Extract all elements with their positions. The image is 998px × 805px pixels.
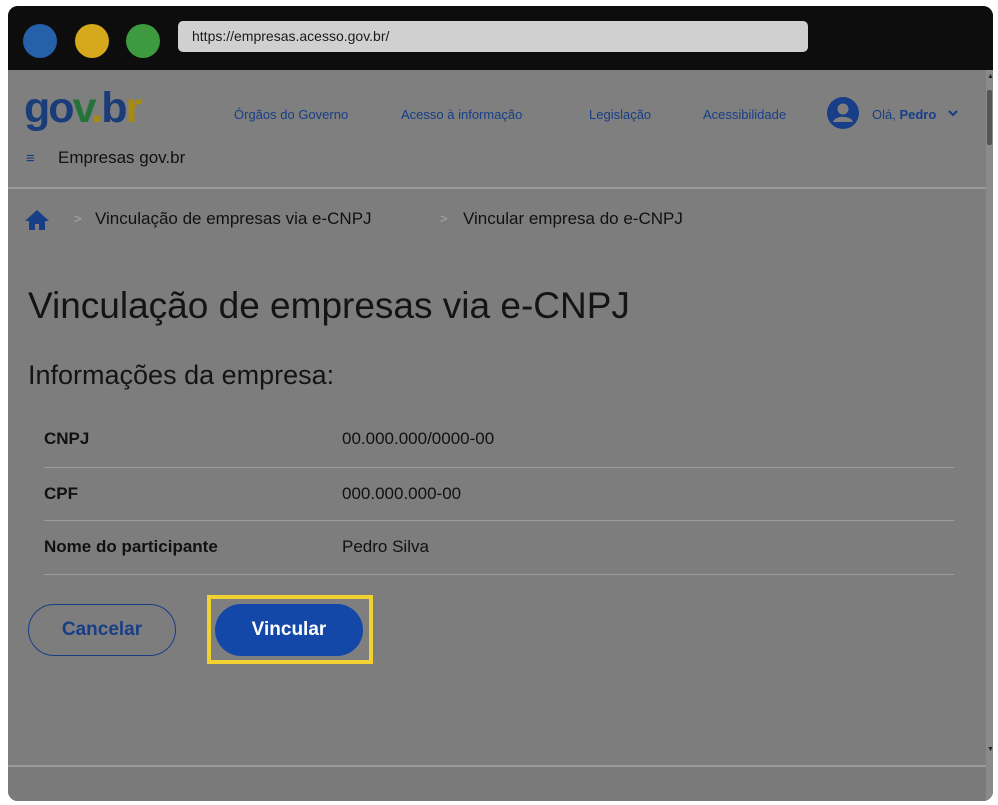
row-divider (44, 574, 954, 575)
scroll-down-arrow-icon[interactable]: ▼ (987, 746, 993, 753)
window-close-dot[interactable] (23, 24, 57, 58)
info-row-participante: Nome do participante Pedro Silva (44, 521, 954, 573)
row-label: CPF (44, 484, 78, 503)
scrollbar-thumb[interactable] (987, 90, 992, 145)
nav-link-orgaos[interactable]: Órgãos do Governo (234, 107, 348, 122)
scrollbar-track[interactable] (986, 70, 993, 801)
row-label: CNPJ (44, 429, 90, 448)
breadcrumb-item-current: Vincular empresa do e-CNPJ (463, 209, 683, 228)
window-minimize-dot[interactable] (75, 24, 109, 58)
page-title: Vinculação de empresas via e-CNPJ (28, 285, 630, 326)
govbr-logo[interactable]: gov.br (24, 84, 142, 132)
user-greeting: Olá, (872, 107, 900, 122)
info-row-cpf: CPF 000.000.000-00 (44, 468, 954, 520)
browser-titlebar: https://empresas.acesso.gov.br/ (8, 6, 993, 70)
site-header: gov.br Órgãos do Governo Acesso à inform… (8, 70, 986, 187)
header-divider (8, 187, 986, 189)
nav-link-legislacao[interactable]: Legislação (589, 107, 651, 122)
hamburger-icon[interactable]: ≡ (26, 151, 35, 167)
user-avatar-icon[interactable] (827, 97, 859, 129)
section-title: Informações da empresa: (28, 360, 335, 390)
info-row-cnpj: CNPJ 00.000.000/0000-00 (44, 413, 954, 465)
address-bar[interactable]: https://empresas.acesso.gov.br/ (178, 21, 808, 52)
scroll-up-arrow-icon[interactable]: ▲ (987, 73, 993, 80)
window-maximize-dot[interactable] (126, 24, 160, 58)
vincular-button[interactable]: Vincular (215, 604, 363, 656)
row-value: 000.000.000-00 (342, 484, 462, 503)
row-label: Nome do participante (44, 537, 218, 556)
nav-link-acessibilidade[interactable]: Acessibilidade (703, 107, 786, 122)
site-name[interactable]: Empresas gov.br (58, 148, 185, 168)
breadcrumb-separator: > (440, 211, 448, 226)
page-viewport: gov.br Órgãos do Governo Acesso à inform… (8, 70, 993, 801)
chevron-down-icon[interactable] (948, 110, 958, 117)
row-value: 00.000.000/0000-00 (342, 429, 495, 448)
nav-link-acesso-informacao[interactable]: Acesso à informação (401, 107, 522, 122)
breadcrumb: > Vinculação de empresas via e-CNPJ > Vi… (8, 200, 986, 240)
cancel-button[interactable]: Cancelar (28, 604, 176, 656)
footer-band (8, 767, 986, 801)
breadcrumb-item-vinculacao[interactable]: Vinculação de empresas via e-CNPJ (95, 209, 372, 229)
home-icon[interactable] (24, 209, 50, 231)
breadcrumb-separator: > (74, 211, 82, 226)
user-menu[interactable]: Olá, Pedro (872, 107, 936, 122)
row-value: Pedro Silva (342, 537, 429, 556)
user-name: Pedro (899, 107, 937, 122)
browser-window: https://empresas.acesso.gov.br/ gov.br Ó… (8, 6, 993, 801)
